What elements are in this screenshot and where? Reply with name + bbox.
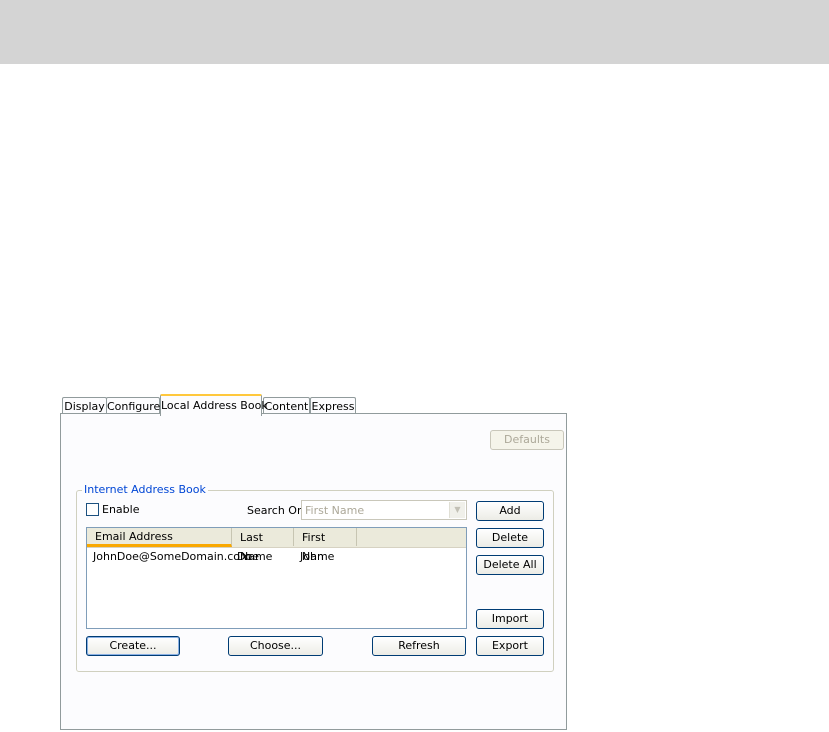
refresh-button[interactable]: Refresh <box>372 636 466 656</box>
group-title: Internet Address Book <box>82 483 208 496</box>
cell-first-name: John <box>300 550 324 563</box>
tab-panel: Defaults Internet Address Book Enable Se… <box>60 413 567 730</box>
delete-button[interactable]: Delete <box>476 528 544 548</box>
tab-display[interactable]: Display <box>62 397 107 414</box>
enable-label: Enable <box>102 503 140 516</box>
tab-express[interactable]: Express <box>310 397 356 414</box>
search-on-value: First Name <box>305 504 365 517</box>
tab-local-address-book[interactable]: Local Address Book <box>160 394 268 416</box>
chevron-down-icon[interactable]: ▼ <box>449 502 465 518</box>
cell-email: JohnDoe@SomeDomain.com <box>93 550 251 563</box>
enable-checkbox[interactable] <box>86 503 99 516</box>
cell-last-name: Doe <box>237 550 259 563</box>
column-first-name[interactable]: First Name <box>294 528 357 563</box>
delete-all-button[interactable]: Delete All <box>476 555 544 575</box>
defaults-button[interactable]: Defaults <box>490 430 564 450</box>
address-book-dialog: Display Configure Local Address Book Con… <box>60 394 567 730</box>
add-button[interactable]: Add <box>476 501 544 521</box>
address-list[interactable]: Email Address Last Name First Name JohnD… <box>86 527 467 629</box>
tab-content[interactable]: Content <box>263 397 310 414</box>
import-button[interactable]: Import <box>476 609 544 629</box>
tab-configure[interactable]: Configure <box>106 397 160 414</box>
create-button[interactable]: Create... <box>86 636 180 656</box>
list-header: Email Address Last Name First Name <box>87 528 466 563</box>
top-bar <box>0 0 829 64</box>
search-on-select[interactable]: First Name ▼ <box>301 500 467 520</box>
search-on-label: Search On: <box>247 504 308 517</box>
export-button[interactable]: Export <box>476 636 544 656</box>
choose-button[interactable]: Choose... <box>228 636 323 656</box>
column-email-address[interactable]: Email Address <box>87 528 232 547</box>
column-last-name[interactable]: Last Name <box>232 528 294 563</box>
